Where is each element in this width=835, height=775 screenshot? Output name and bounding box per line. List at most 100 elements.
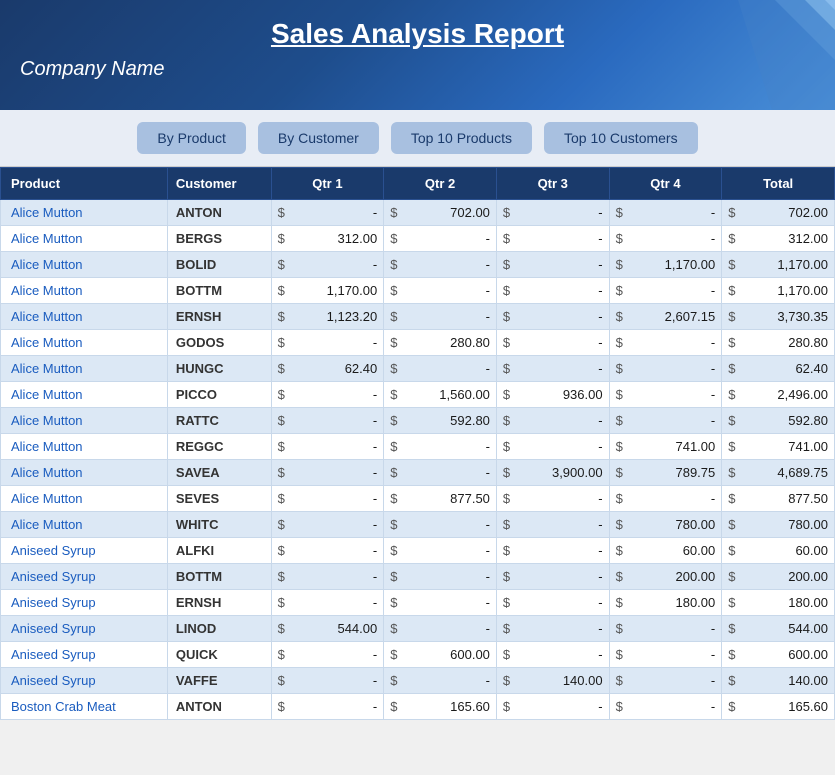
cell-qtrtotal: $140.00 (722, 668, 835, 694)
cell-qtr4: $- (609, 200, 722, 226)
cell-qtr4: $- (609, 668, 722, 694)
table-row: Alice MuttonBOLID$-$-$-$1,170.00$1,170.0… (1, 252, 835, 278)
cell-product: Alice Mutton (1, 226, 168, 252)
table-row: Alice MuttonBERGS$312.00$-$-$-$312.00 (1, 226, 835, 252)
cell-qtr4: $741.00 (609, 434, 722, 460)
cell-qtr2: $- (384, 590, 497, 616)
cell-product: Aniseed Syrup (1, 616, 168, 642)
cell-qtr4: $- (609, 330, 722, 356)
cell-qtr1: $- (271, 408, 384, 434)
report-header: Sales Analysis Report Company Name (0, 0, 835, 110)
cell-qtr3: $- (496, 642, 609, 668)
cell-qtr3: $140.00 (496, 668, 609, 694)
cell-qtr1: $1,170.00 (271, 278, 384, 304)
tab-top10-customers[interactable]: Top 10 Customers (544, 122, 698, 154)
cell-qtr3: $- (496, 564, 609, 590)
cell-qtrtotal: $741.00 (722, 434, 835, 460)
tab-by-customer[interactable]: By Customer (258, 122, 379, 154)
table-row: Alice MuttonBOTTM$1,170.00$-$-$-$1,170.0… (1, 278, 835, 304)
cell-customer: WHITC (167, 512, 271, 538)
cell-qtr1: $- (271, 460, 384, 486)
cell-qtrtotal: $280.80 (722, 330, 835, 356)
cell-qtr3: $- (496, 200, 609, 226)
cell-qtr1: $- (271, 330, 384, 356)
cell-product: Alice Mutton (1, 408, 168, 434)
cell-qtr2: $702.00 (384, 200, 497, 226)
report-title: Sales Analysis Report (20, 18, 815, 50)
cell-qtr1: $1,123.20 (271, 304, 384, 330)
cell-product: Aniseed Syrup (1, 590, 168, 616)
tab-top10-products[interactable]: Top 10 Products (391, 122, 532, 154)
cell-customer: BOLID (167, 252, 271, 278)
cell-qtr2: $- (384, 278, 497, 304)
table-row: Alice MuttonHUNGC$62.40$-$-$-$62.40 (1, 356, 835, 382)
cell-customer: ALFKI (167, 538, 271, 564)
cell-qtr2: $877.50 (384, 486, 497, 512)
cell-qtr4: $- (609, 694, 722, 720)
cell-qtr2: $- (384, 538, 497, 564)
cell-qtr3: $- (496, 278, 609, 304)
cell-qtr1: $- (271, 564, 384, 590)
cell-qtr1: $544.00 (271, 616, 384, 642)
tab-by-product[interactable]: By Product (137, 122, 245, 154)
cell-product: Aniseed Syrup (1, 538, 168, 564)
table-header-row: Product Customer Qtr 1 Qtr 2 Qtr 3 Qtr 4… (1, 168, 835, 200)
cell-qtr3: $936.00 (496, 382, 609, 408)
cell-customer: HUNGC (167, 356, 271, 382)
cell-product: Alice Mutton (1, 460, 168, 486)
cell-qtrtotal: $60.00 (722, 538, 835, 564)
cell-customer: SEVES (167, 486, 271, 512)
cell-qtr1: $- (271, 382, 384, 408)
table-row: Alice MuttonSEVES$-$877.50$-$-$877.50 (1, 486, 835, 512)
cell-qtr3: $- (496, 512, 609, 538)
cell-qtr4: $- (609, 642, 722, 668)
cell-customer: BOTTM (167, 564, 271, 590)
cell-qtr2: $592.80 (384, 408, 497, 434)
table-row: Alice MuttonREGGC$-$-$-$741.00$741.00 (1, 434, 835, 460)
cell-qtr4: $180.00 (609, 590, 722, 616)
header-decoration (655, 0, 835, 110)
cell-customer: VAFFE (167, 668, 271, 694)
cell-customer: PICCO (167, 382, 271, 408)
cell-qtrtotal: $2,496.00 (722, 382, 835, 408)
cell-qtr3: $- (496, 408, 609, 434)
table-row: Alice MuttonWHITC$-$-$-$780.00$780.00 (1, 512, 835, 538)
cell-qtr2: $280.80 (384, 330, 497, 356)
cell-product: Alice Mutton (1, 356, 168, 382)
cell-qtrtotal: $200.00 (722, 564, 835, 590)
cell-qtr3: $- (496, 590, 609, 616)
cell-qtrtotal: $544.00 (722, 616, 835, 642)
cell-product: Alice Mutton (1, 330, 168, 356)
cell-product: Alice Mutton (1, 382, 168, 408)
cell-qtr4: $- (609, 278, 722, 304)
cell-qtr3: $- (496, 616, 609, 642)
cell-qtr1: $- (271, 486, 384, 512)
cell-qtr3: $- (496, 252, 609, 278)
cell-product: Alice Mutton (1, 200, 168, 226)
cell-product: Alice Mutton (1, 304, 168, 330)
cell-qtrtotal: $592.80 (722, 408, 835, 434)
cell-qtr2: $- (384, 460, 497, 486)
sales-table: Product Customer Qtr 1 Qtr 2 Qtr 3 Qtr 4… (0, 167, 835, 720)
cell-qtr3: $- (496, 486, 609, 512)
cell-qtr4: $200.00 (609, 564, 722, 590)
table-row: Alice MuttonPICCO$-$1,560.00$936.00$-$2,… (1, 382, 835, 408)
table-row: Aniseed SyrupVAFFE$-$-$140.00$-$140.00 (1, 668, 835, 694)
cell-qtr3: $- (496, 330, 609, 356)
cell-qtr3: $- (496, 304, 609, 330)
cell-qtr1: $- (271, 434, 384, 460)
cell-qtr4: $- (609, 616, 722, 642)
cell-product: Aniseed Syrup (1, 564, 168, 590)
cell-product: Alice Mutton (1, 278, 168, 304)
table-row: Alice MuttonERNSH$1,123.20$-$-$2,607.15$… (1, 304, 835, 330)
cell-qtrtotal: $312.00 (722, 226, 835, 252)
col-header-qtr1: Qtr 1 (271, 168, 384, 200)
cell-qtr4: $60.00 (609, 538, 722, 564)
cell-customer: REGGC (167, 434, 271, 460)
table-body: Alice MuttonANTON$-$702.00$-$-$702.00Ali… (1, 200, 835, 720)
cell-qtr1: $- (271, 694, 384, 720)
cell-qtr4: $- (609, 226, 722, 252)
cell-qtr1: $- (271, 590, 384, 616)
col-header-qtr3: Qtr 3 (496, 168, 609, 200)
table-row: Aniseed SyrupLINOD$544.00$-$-$-$544.00 (1, 616, 835, 642)
